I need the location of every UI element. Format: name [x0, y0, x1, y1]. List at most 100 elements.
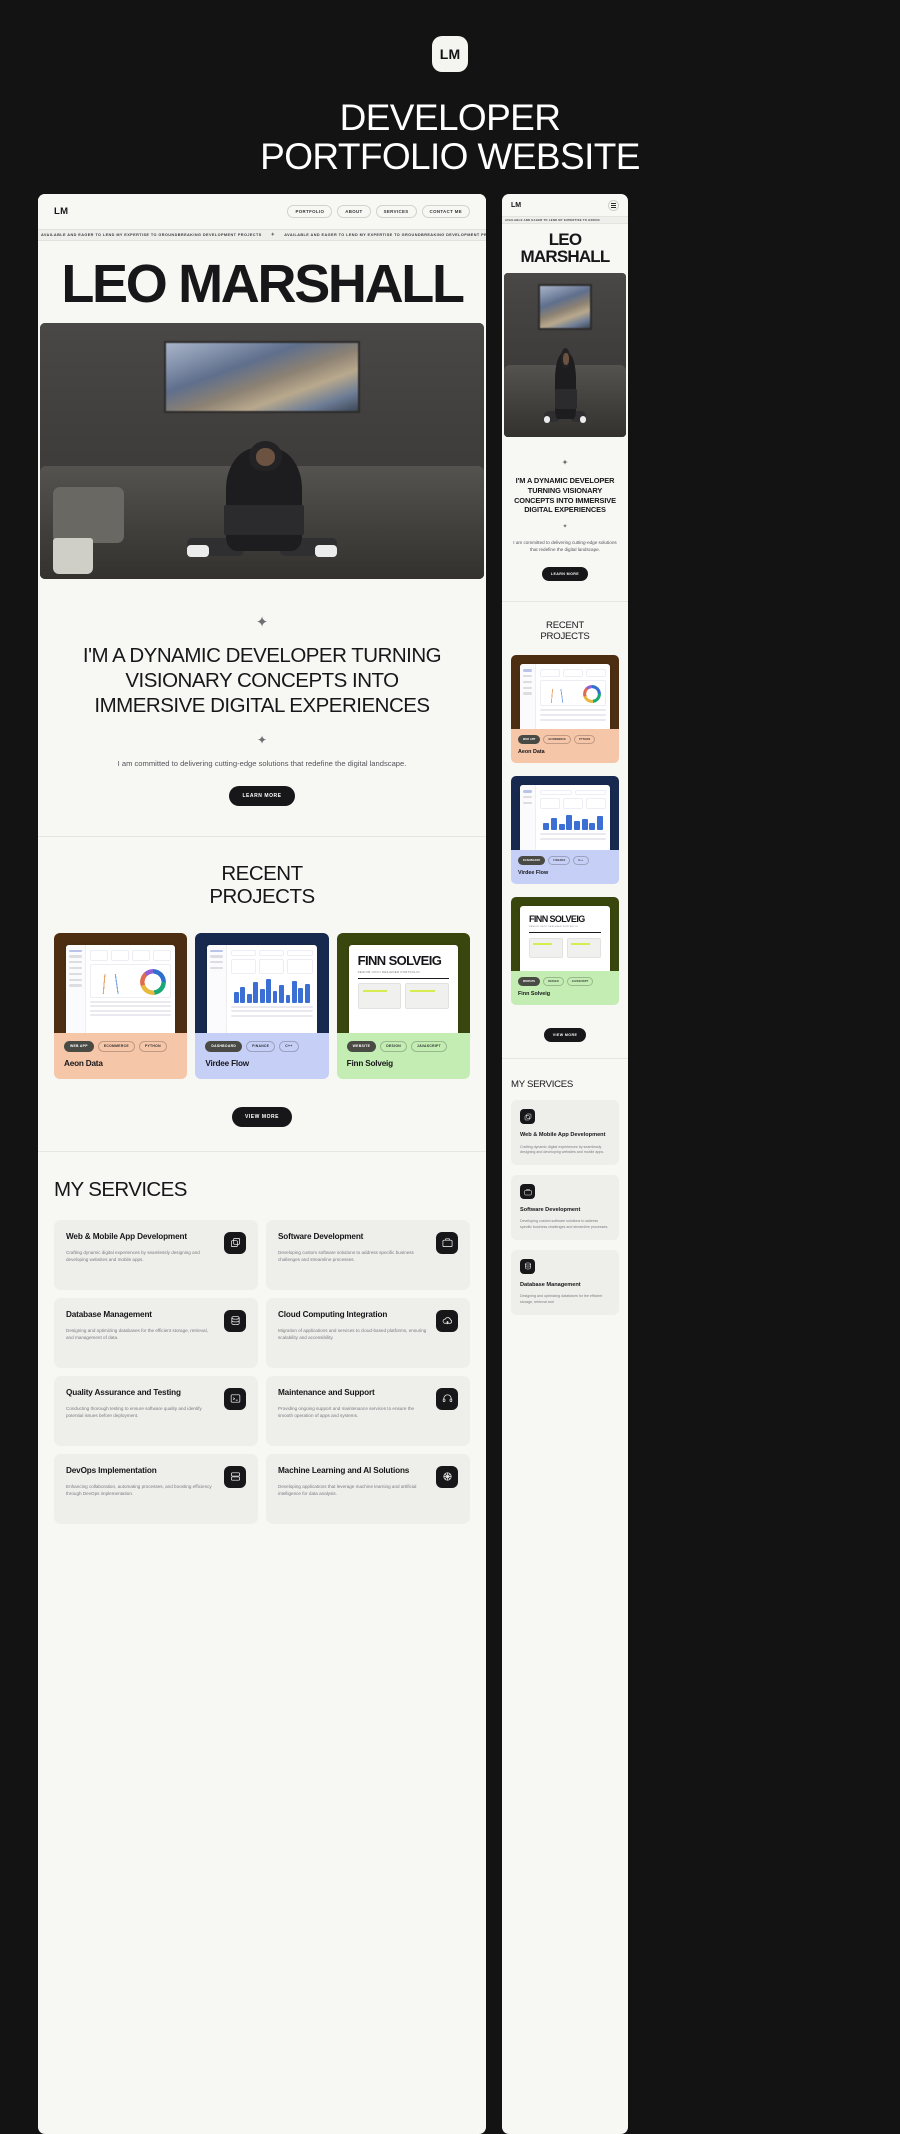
mobile-service-card-database-management[interactable]: Database Management Designing and optimi…	[511, 1249, 619, 1315]
hero-name: LEO MARSHALL	[61, 254, 465, 314]
mobile-projects-title: RECENT PROJECTS	[511, 620, 619, 642]
service-card-maintenance-support[interactable]: Maintenance and Support Providing ongoin…	[266, 1375, 470, 1446]
page-title: DEVELOPER PORTFOLIO WEBSITE	[0, 97, 900, 178]
service-card-devops[interactable]: DevOps Implementation Enhancing collabor…	[54, 1453, 258, 1524]
learn-more-button[interactable]: LEARN MORE	[229, 785, 295, 806]
nav-logo[interactable]: LM	[54, 206, 68, 217]
project-tags-3: WEBSITE DESIGN JAVASCRIPT	[346, 1040, 460, 1052]
mobile-projects-title-line1: RECENT	[546, 620, 584, 632]
view-more-button[interactable]: VIEW MORE	[231, 1106, 293, 1127]
nav-item-contact-me[interactable]: CONTACT ME	[421, 204, 470, 219]
mobile-service-title-1: Software Development	[520, 1207, 581, 1214]
page-title-line1: DEVELOPER	[339, 97, 561, 138]
project-meta-3: WEBSITE DESIGN JAVASCRIPT Finn Solveig	[336, 1032, 470, 1079]
dash-filters-row	[231, 949, 313, 956]
mobile-about-section: ✦ I'M A DYNAMIC DEVELOPER TURNING VISION…	[502, 437, 628, 601]
service-title-4: Quality Assurance and Testing	[66, 1387, 181, 1397]
service-desc-6: Enhancing collaboration, automating proc…	[66, 1483, 212, 1497]
project-tags-1: WEB APP ECOMMERCE PYTHON	[64, 1040, 177, 1052]
mobile-project-meta-3: WEBSITE DESIGN JAVASCRIPT Finn Solveig	[511, 971, 619, 1006]
mobile-project-thumb-2	[511, 776, 619, 851]
mobile-nav-logo[interactable]: LM	[511, 202, 521, 209]
tag-javascript: JAVASCRIPT	[411, 1040, 447, 1052]
service-desc-7: Developing applications that leverage ma…	[278, 1483, 417, 1497]
services-grid: Web & Mobile App Development Crafting dy…	[54, 1219, 470, 1524]
mobile-project-tags-3: WEBSITE DESIGN JAVASCRIPT	[518, 977, 612, 987]
mobile-tag-website: WEBSITE	[518, 977, 541, 987]
mobile-hero-line1: LEO	[548, 230, 582, 249]
mobile-marquee-text: AVAILABLE AND EAGER TO LEND MY EXPERTISE…	[505, 218, 600, 222]
mobile-tag-cpp: C++	[573, 856, 589, 866]
service-title-5: Maintenance and Support	[278, 1387, 375, 1397]
photo-shoe-left	[186, 545, 209, 558]
nav-item-about[interactable]: ABOUT	[337, 204, 371, 219]
project-card-virdee-flow[interactable]: DASHBOARD FINANCE C++ Virdee Flow	[195, 932, 329, 1079]
mobile-project-card-finn-solveig[interactable]: FINN SOLVEIG SENIOR UX/UI DESIGNER PORTF…	[511, 897, 619, 1006]
mobile-service-card-web-mobile[interactable]: Web & Mobile App Development Crafting dy…	[511, 1100, 619, 1166]
project-card-finn-solveig[interactable]: FINN SOLVEIG SENIOR UX/UI DESIGNER PORTF…	[336, 932, 470, 1079]
service-card-machine-learning[interactable]: Machine Learning and AI Solutions Develo…	[266, 1453, 470, 1524]
mobile-project-tags-1: WEB APP ECOMMERCE PYTHON	[518, 735, 612, 745]
hero-photo	[40, 323, 484, 579]
dash-body-2	[227, 945, 317, 1033]
dash-sidebar-2	[207, 944, 227, 1033]
deck-header: LM DEVELOPER PORTFOLIO WEBSITE	[0, 0, 900, 176]
tag-ecommerce: ECOMMERCE	[97, 1040, 135, 1052]
project-thumb-3: FINN SOLVEIG SENIOR UX/UI DESIGNER PORTF…	[336, 932, 470, 1033]
mobile-database-icon	[520, 1258, 535, 1274]
project-meta-1: WEB APP ECOMMERCE PYTHON Aeon Data	[54, 1032, 188, 1079]
hamburger-icon[interactable]	[608, 199, 619, 211]
about-paragraph: I am committed to delivering cutting-edg…	[117, 759, 407, 769]
sparkle-icon-top: ✦	[255, 614, 269, 631]
service-card-cloud-computing[interactable]: Cloud Computing Integration Migration of…	[266, 1297, 470, 1368]
tag-python: PYTHON	[138, 1040, 167, 1052]
dashboard-preview-2	[207, 944, 317, 1033]
mobile-project-card-aeon-data[interactable]: WEB APP ECOMMERCE PYTHON Aeon Data	[511, 655, 619, 764]
mobile-tag-python: PYTHON	[574, 735, 596, 745]
tag-web-app: WEB APP	[64, 1040, 94, 1052]
sparkle-icon-bottom: ✦	[256, 733, 268, 748]
briefcase-icon	[436, 1231, 458, 1254]
service-card-database-management[interactable]: Database Management Designing and optimi…	[54, 1297, 258, 1368]
service-card-web-mobile[interactable]: Web & Mobile App Development Crafting dy…	[54, 1219, 258, 1290]
page-title-line2: PORTFOLIO WEBSITE	[260, 136, 640, 178]
mobile-copy-icon	[520, 1109, 535, 1125]
mobile-sparkle-icon-bottom: ✦	[562, 524, 568, 531]
projects-grid: WEB APP ECOMMERCE PYTHON Aeon Data DASHB…	[54, 932, 470, 1079]
mobile-learn-more-button[interactable]: LEARN MORE	[541, 567, 589, 582]
finn-preview-title: FINN SOLVEIG	[357, 952, 442, 968]
mobile-photo-wall-art	[538, 284, 592, 331]
about-heading: I'M A DYNAMIC DEVELOPER TURNING VISIONAR…	[82, 644, 442, 717]
photo-shoe-right	[315, 545, 338, 558]
mobile-tag-ecommerce: ECOMMERCE	[543, 735, 572, 745]
dash-table	[89, 1000, 172, 1017]
dash-sidebar	[66, 944, 86, 1033]
portfolio-preview-3: FINN SOLVEIG SENIOR UX/UI DESIGNER PORTF…	[348, 944, 458, 1033]
mobile-projects-section: RECENT PROJECTS WEB APP ECOMMERCE PYTHON…	[502, 602, 628, 1058]
mobile-service-card-software-development[interactable]: Software Development Developing custom s…	[511, 1175, 619, 1240]
mobile-service-title-2: Database Management	[520, 1281, 581, 1288]
service-title-2: Database Management	[66, 1309, 152, 1319]
mobile-availability-marquee: AVAILABLE AND EAGER TO LEND MY EXPERTISE…	[502, 216, 628, 224]
service-card-quality-assurance[interactable]: Quality Assurance and Testing Conducting…	[54, 1375, 258, 1446]
mobile-project-card-virdee-flow[interactable]: DASHBOARD FINANCE C++ Virdee Flow	[511, 776, 619, 885]
mobile-service-desc-0: Crafting dynamic digital experiences by …	[520, 1144, 605, 1155]
marquee-text-1: AVAILABLE AND EAGER TO LEND MY EXPERTISE…	[41, 233, 262, 237]
nav-item-services[interactable]: SERVICES	[375, 204, 417, 219]
brand-logo-badge: LM	[432, 36, 468, 72]
finn-preview-subtitle: SENIOR UX/UI DESIGNER PORTFOLIO	[357, 969, 420, 974]
mobile-tag-design: DESIGN	[543, 977, 564, 987]
nav-item-portfolio[interactable]: PORTFOLIO	[287, 204, 333, 219]
tag-website: WEBSITE	[346, 1040, 377, 1052]
project-card-aeon-data[interactable]: WEB APP ECOMMERCE PYTHON Aeon Data	[54, 932, 188, 1079]
project-name-2: Virdee Flow	[205, 1058, 249, 1068]
mobile-portfolio-preview-3: FINN SOLVEIG SENIOR UX/UI DESIGNER PORTF…	[520, 906, 610, 972]
dash-body	[86, 945, 176, 1033]
cloud-upload-icon	[436, 1309, 458, 1332]
mobile-view-more-button[interactable]: VIEW MORE	[543, 1028, 587, 1043]
project-thumb-2	[195, 932, 329, 1033]
service-desc-5: Providing ongoing support and maintenanc…	[278, 1405, 415, 1419]
service-desc-4: Conducting thorough testing to ensure so…	[66, 1405, 202, 1419]
service-card-software-development[interactable]: Software Development Developing custom s…	[266, 1219, 470, 1290]
dash-table-2	[231, 1005, 313, 1017]
